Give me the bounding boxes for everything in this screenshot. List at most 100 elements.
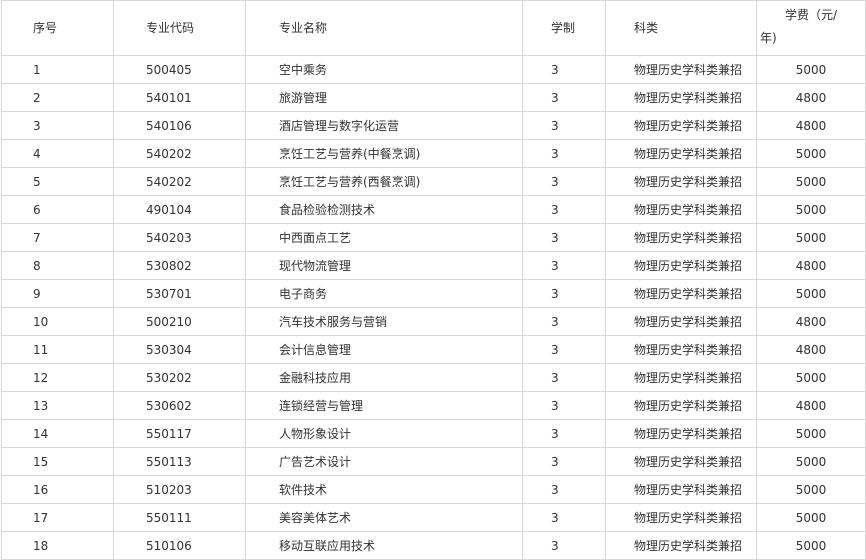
cell-name: 会计信息管理 (245, 335, 523, 364)
cell-years: 3 (522, 167, 606, 196)
cell-fee: 5000 (756, 223, 866, 252)
table-body: 序号 专业代码 专业名称 学制 科类 学费（元/ 年) 1 500405 空中乘务 3… (1, 0, 866, 560)
cell-category: 物理历史学科类兼招 (605, 195, 757, 224)
cell-code: 530701 (113, 279, 246, 308)
cell-years: 3 (522, 447, 606, 476)
cell-code: 530304 (113, 335, 246, 364)
cell-no: 8 (1, 251, 114, 280)
cell-category: 物理历史学科类兼招 (605, 111, 757, 140)
cell-code: 510106 (113, 531, 246, 560)
cell-no: 15 (1, 447, 114, 476)
cell-code: 540203 (113, 223, 246, 252)
table-row: 5 540202 烹饪工艺与营养(西餐烹调) 3 物理历史学科类兼招 5000 (1, 167, 866, 196)
cell-name: 广告艺术设计 (245, 447, 523, 476)
cell-years: 3 (522, 55, 606, 84)
table-row: 7 540203 中西面点工艺 3 物理历史学科类兼招 5000 (1, 223, 866, 252)
cell-years: 3 (522, 83, 606, 112)
cell-no: 3 (1, 111, 114, 140)
cell-fee: 5000 (756, 55, 866, 84)
cell-years: 3 (522, 419, 606, 448)
cell-fee: 5000 (756, 167, 866, 196)
cell-name: 汽车技术服务与营销 (245, 307, 523, 336)
table-row: 16 510203 软件技术 3 物理历史学科类兼招 5000 (1, 475, 866, 504)
cell-name: 人物形象设计 (245, 419, 523, 448)
cell-name: 空中乘务 (245, 55, 523, 84)
cell-no: 5 (1, 167, 114, 196)
table-row: 8 530802 现代物流管理 3 物理历史学科类兼招 4800 (1, 251, 866, 280)
cell-no: 4 (1, 139, 114, 168)
header-fee-line1: 学费（元/ (785, 8, 838, 22)
cell-category: 物理历史学科类兼招 (605, 447, 757, 476)
cell-name: 酒店管理与数字化运营 (245, 111, 523, 140)
cell-no: 6 (1, 195, 114, 224)
table-row: 4 540202 烹饪工艺与营养(中餐烹调) 3 物理历史学科类兼招 5000 (1, 139, 866, 168)
table-header-row: 序号 专业代码 专业名称 学制 科类 学费（元/ 年) (1, 0, 866, 56)
cell-name: 电子商务 (245, 279, 523, 308)
table-row: 1 500405 空中乘务 3 物理历史学科类兼招 5000 (1, 55, 866, 84)
table-row: 3 540106 酒店管理与数字化运营 3 物理历史学科类兼招 4800 (1, 111, 866, 140)
cell-years: 3 (522, 195, 606, 224)
cell-no: 11 (1, 335, 114, 364)
cell-no: 7 (1, 223, 114, 252)
table-row: 14 550117 人物形象设计 3 物理历史学科类兼招 5000 (1, 419, 866, 448)
cell-code: 550113 (113, 447, 246, 476)
cell-fee: 4800 (756, 83, 866, 112)
cell-no: 13 (1, 391, 114, 420)
cell-code: 490104 (113, 195, 246, 224)
cell-fee: 4800 (756, 251, 866, 280)
cell-name: 中西面点工艺 (245, 223, 523, 252)
header-fee: 学费（元/ 年) (756, 0, 866, 56)
cell-fee: 4800 (756, 391, 866, 420)
cell-category: 物理历史学科类兼招 (605, 335, 757, 364)
cell-code: 540202 (113, 139, 246, 168)
cell-category: 物理历史学科类兼招 (605, 391, 757, 420)
majors-table: 序号 专业代码 专业名称 学制 科类 学费（元/ 年) 1 500405 空中乘务 3… (1, 0, 866, 560)
cell-code: 510203 (113, 475, 246, 504)
cell-category: 物理历史学科类兼招 (605, 251, 757, 280)
table-row: 17 550111 美容美体艺术 3 物理历史学科类兼招 5000 (1, 503, 866, 532)
table-row: 18 510106 移动互联应用技术 3 物理历史学科类兼招 5000 (1, 531, 866, 560)
cell-no: 1 (1, 55, 114, 84)
header-years: 学制 (522, 0, 606, 56)
cell-code: 550111 (113, 503, 246, 532)
cell-fee: 5000 (756, 139, 866, 168)
cell-name: 连锁经营与管理 (245, 391, 523, 420)
cell-category: 物理历史学科类兼招 (605, 55, 757, 84)
cell-code: 500405 (113, 55, 246, 84)
header-category: 科类 (605, 0, 757, 56)
header-no: 序号 (1, 0, 114, 56)
cell-fee: 4800 (756, 111, 866, 140)
cell-name: 旅游管理 (245, 83, 523, 112)
cell-years: 3 (522, 279, 606, 308)
header-name: 专业名称 (245, 0, 523, 56)
cell-category: 物理历史学科类兼招 (605, 167, 757, 196)
cell-category: 物理历史学科类兼招 (605, 363, 757, 392)
cell-years: 3 (522, 251, 606, 280)
cell-name: 食品检验检测技术 (245, 195, 523, 224)
table-row: 12 530202 金融科技应用 3 物理历史学科类兼招 5000 (1, 363, 866, 392)
cell-fee: 5000 (756, 363, 866, 392)
cell-name: 美容美体艺术 (245, 503, 523, 532)
cell-fee: 4800 (756, 335, 866, 364)
cell-no: 14 (1, 419, 114, 448)
cell-category: 物理历史学科类兼招 (605, 83, 757, 112)
cell-code: 530602 (113, 391, 246, 420)
cell-category: 物理历史学科类兼招 (605, 475, 757, 504)
cell-fee: 5000 (756, 531, 866, 560)
cell-fee: 5000 (756, 279, 866, 308)
cell-fee: 5000 (756, 195, 866, 224)
table-row: 6 490104 食品检验检测技术 3 物理历史学科类兼招 5000 (1, 195, 866, 224)
cell-category: 物理历史学科类兼招 (605, 419, 757, 448)
cell-code: 550117 (113, 419, 246, 448)
cell-no: 2 (1, 83, 114, 112)
table-row: 13 530602 连锁经营与管理 3 物理历史学科类兼招 4800 (1, 391, 866, 420)
cell-years: 3 (522, 363, 606, 392)
cell-category: 物理历史学科类兼招 (605, 307, 757, 336)
cell-years: 3 (522, 335, 606, 364)
cell-category: 物理历史学科类兼招 (605, 223, 757, 252)
table-row: 9 530701 电子商务 3 物理历史学科类兼招 5000 (1, 279, 866, 308)
cell-fee: 5000 (756, 447, 866, 476)
cell-years: 3 (522, 307, 606, 336)
cell-years: 3 (522, 391, 606, 420)
cell-code: 530202 (113, 363, 246, 392)
